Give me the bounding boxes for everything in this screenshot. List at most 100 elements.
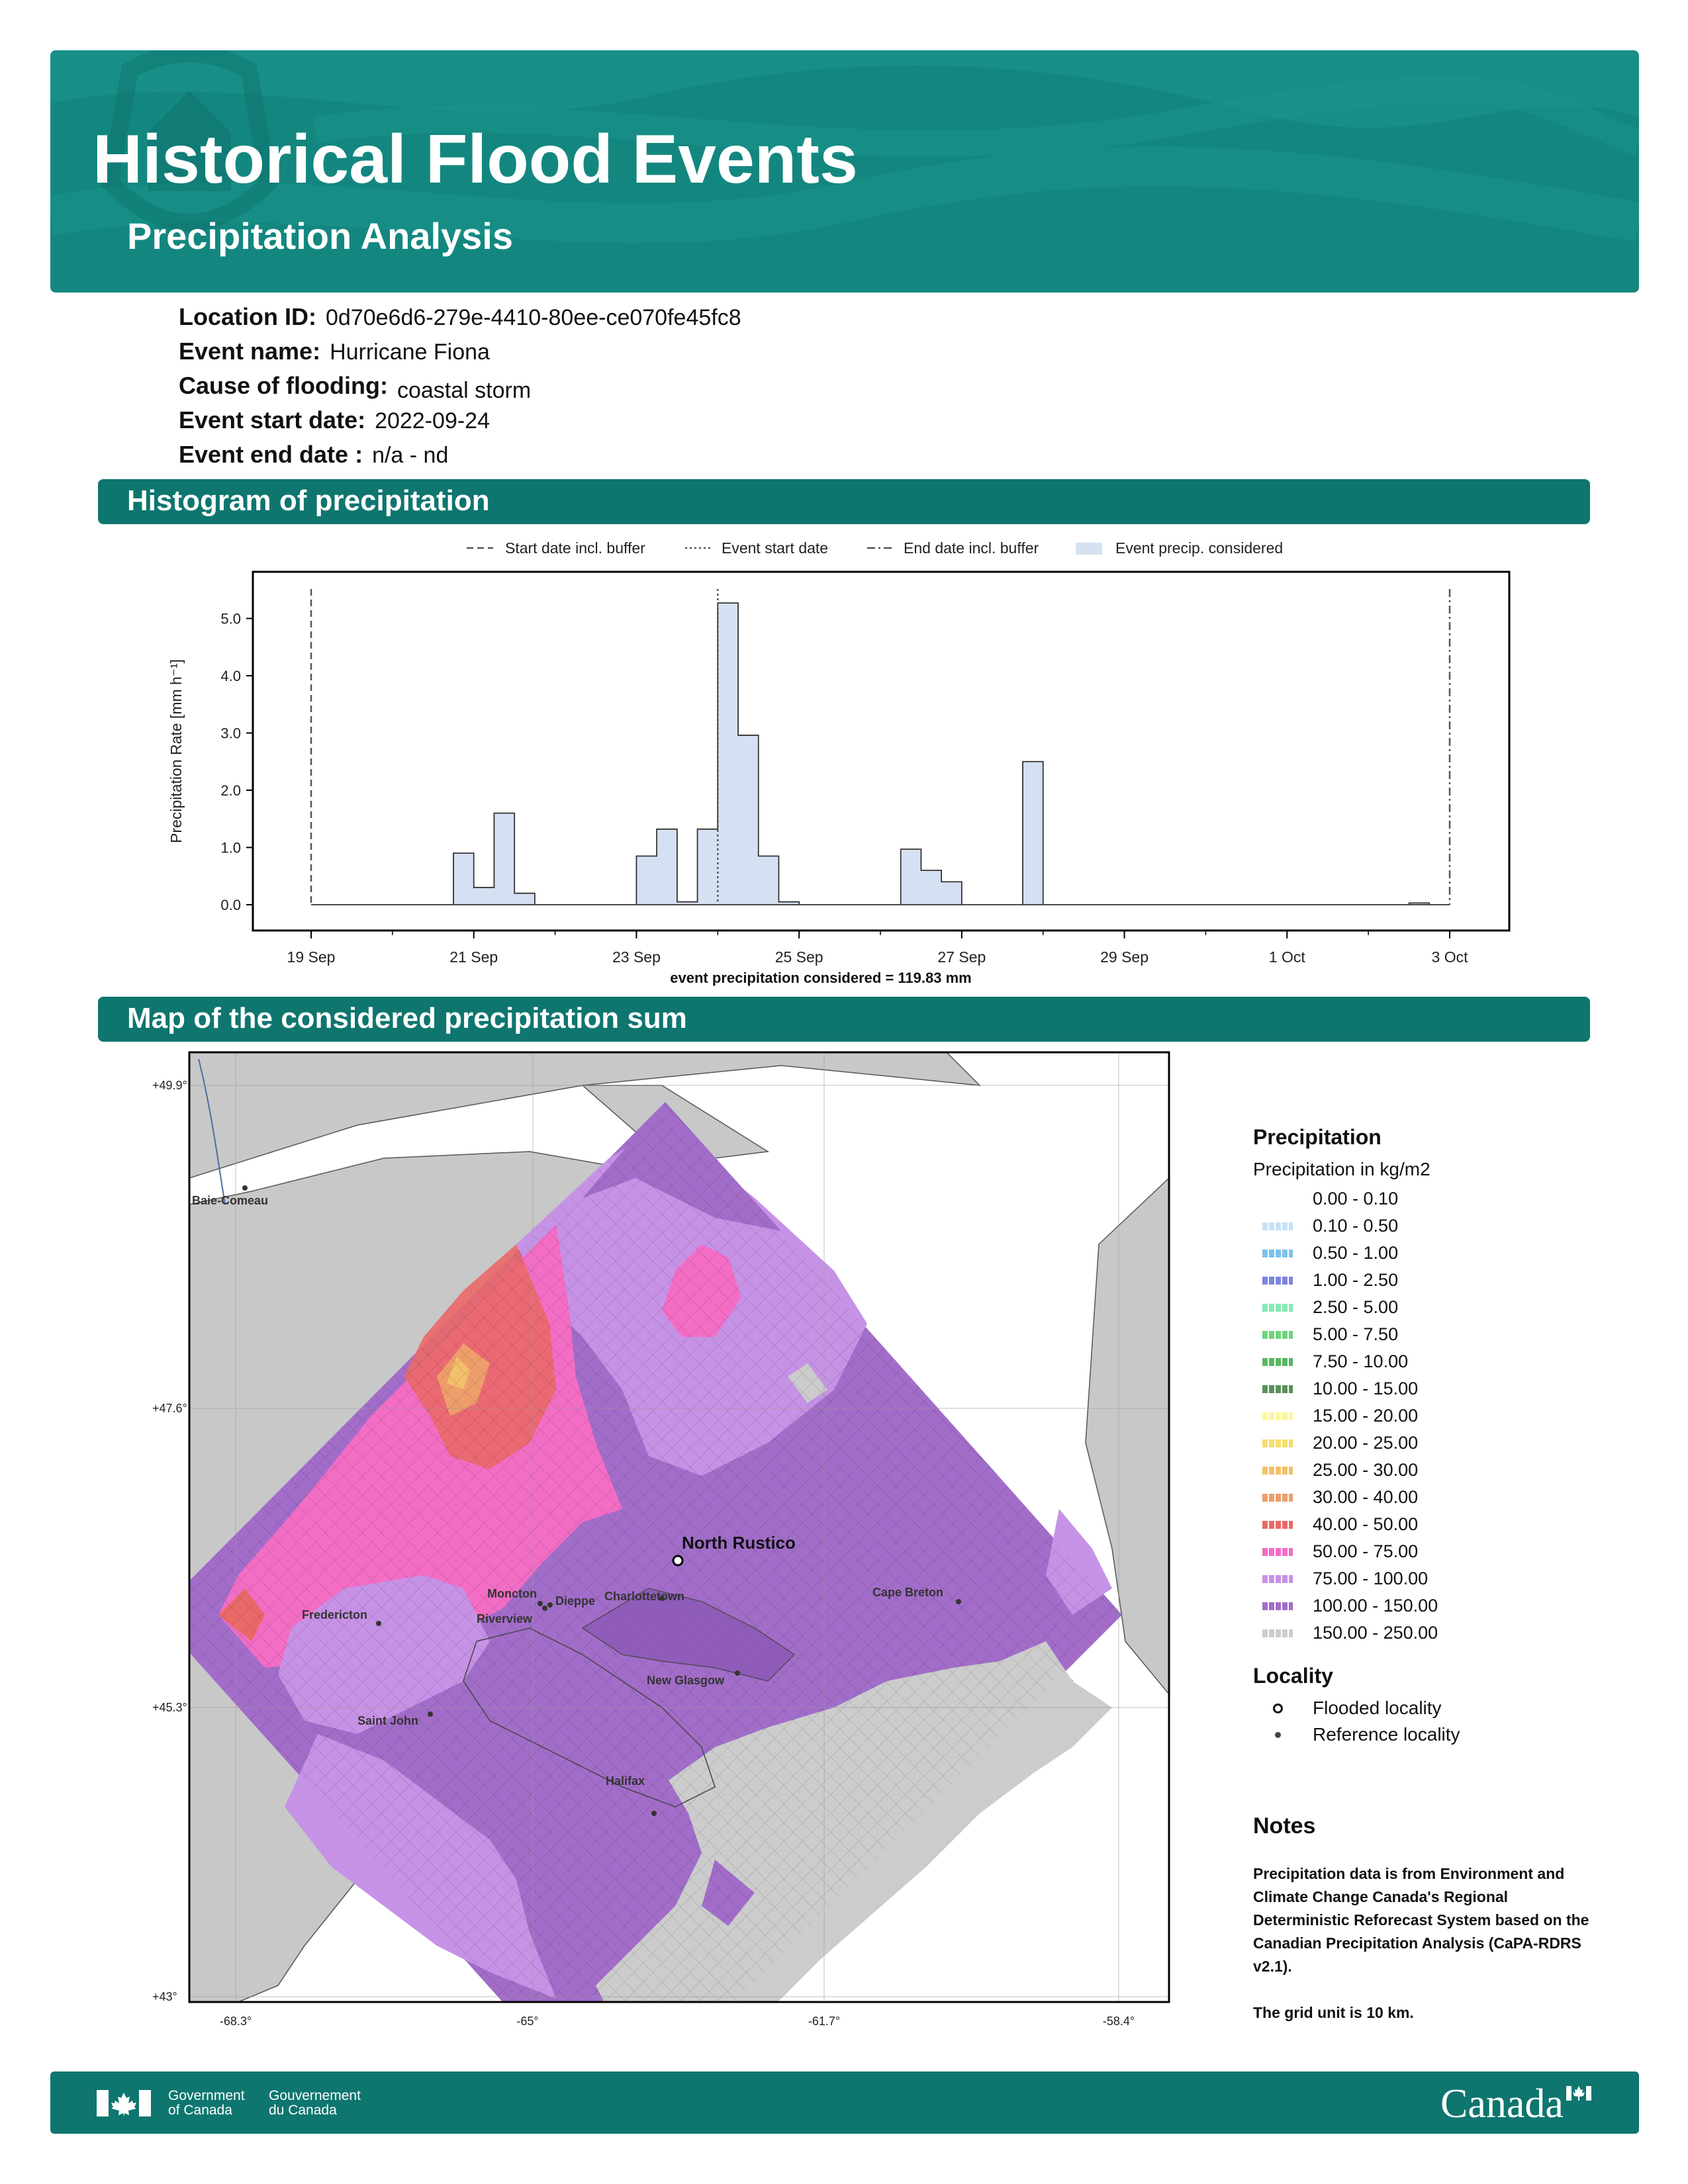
locality-baie-comeau: Baie-Comeau — [192, 1194, 268, 1207]
legend-class-swatch — [1262, 1493, 1293, 1502]
legend-class-swatch — [1262, 1195, 1293, 1203]
canada-wordmark: Canada — [1440, 2081, 1564, 2126]
legend-class-swatch — [1262, 1385, 1293, 1393]
map-legend: Precipitation Precipitation in kg/m2 0.0… — [1253, 1125, 1571, 1748]
legend-class-label: 1.00 - 2.50 — [1313, 1270, 1399, 1290]
start-date-row: Event start date: 2022-09-24 — [179, 406, 490, 439]
locality-marker — [735, 1670, 740, 1676]
locality-marker — [376, 1621, 381, 1626]
gov-canada-fr: Gouvernement du Canada — [269, 2089, 361, 2118]
x-tick-label: 27 Sep — [937, 948, 986, 966]
locality-dieppe: Dieppe — [555, 1594, 595, 1608]
cause-row: Cause of flooding: coastal storm — [179, 372, 531, 405]
legend-class-item: 7.50 - 10.00 — [1253, 1348, 1571, 1375]
flooded-locality-marker — [672, 1555, 684, 1567]
notes-paragraph-data-source: Precipitation data is from Environment a… — [1253, 1865, 1589, 1975]
legend-class-swatch — [1262, 1249, 1293, 1257]
legend-class-label: 0.00 - 0.10 — [1313, 1189, 1399, 1208]
y-axis-label: Precipitation Rate [mm h⁻¹] — [167, 659, 185, 843]
legend-end-buffer-text: End date incl. buffer — [904, 539, 1039, 557]
flooded-locality-label: North Rustico — [682, 1533, 796, 1553]
locality-marker — [242, 1185, 248, 1191]
y-axis: 0.0 1.0 2.0 3.0 4.0 5.0 — [220, 611, 253, 913]
legend-class-swatch — [1262, 1574, 1293, 1583]
event-name-row: Event name: Hurricane Fiona — [179, 338, 490, 371]
legend-class-item: 75.00 - 100.00 — [1253, 1565, 1571, 1592]
lat-label: +43° — [152, 1990, 177, 2003]
histogram-section-header: Histogram of precipitation — [98, 479, 1590, 524]
legend-class-item: 10.00 - 15.00 — [1253, 1375, 1571, 1402]
y-tick-label: 4.0 — [220, 668, 241, 684]
legend-class-item: 30.00 - 40.00 — [1253, 1484, 1571, 1511]
page-subtitle: Precipitation Analysis — [127, 215, 513, 257]
canada-flag-icon — [97, 2090, 151, 2116]
legend-class-swatch — [1262, 1222, 1293, 1230]
lon-label: -65° — [516, 2015, 538, 2028]
legend-event-precip-swatch — [1076, 543, 1102, 555]
legend-class-label: 20.00 - 25.00 — [1313, 1433, 1419, 1453]
legend-class-label: 0.50 - 1.00 — [1313, 1243, 1399, 1263]
x-tick-label: 23 Sep — [612, 948, 661, 966]
location-id-label: Location ID: — [179, 303, 316, 330]
legend-class-item: 15.00 - 20.00 — [1253, 1402, 1571, 1430]
legend-subtitle: Precipitation in kg/m2 — [1253, 1159, 1430, 1179]
legend-class-swatch — [1262, 1602, 1293, 1610]
legend-class-swatch — [1262, 1520, 1293, 1529]
legend-class-label: 40.00 - 50.00 — [1313, 1514, 1419, 1534]
legend-start-buffer-text: Start date incl. buffer — [505, 539, 645, 557]
page-title: Historical Flood Events — [93, 121, 858, 198]
map-section-title: Map of the considered precipitation sum — [127, 1002, 687, 1034]
y-tick-label: 5.0 — [220, 611, 241, 627]
lat-label: +49.9° — [152, 1079, 187, 1092]
lon-label: -68.3° — [220, 2015, 252, 2028]
legend-class-label: 5.00 - 7.50 — [1313, 1324, 1399, 1344]
legend-classes: 0.00 - 0.10 0.10 - 0.50 0.50 - 1.00 1.00 - … — [1253, 1185, 1571, 1647]
gov-canada-fr-line2: du Canada — [269, 2103, 337, 2118]
legend-class-label: 2.50 - 5.00 — [1313, 1297, 1399, 1317]
legend-class-item: 0.10 - 0.50 — [1253, 1212, 1571, 1240]
legend-class-swatch — [1262, 1466, 1293, 1475]
gov-canada-fr-line1: Gouvernement — [269, 2088, 361, 2103]
gov-canada-en-line1: Government — [168, 2088, 245, 2103]
x-tick-label: 21 Sep — [449, 948, 498, 966]
legend-flooded-label: Flooded locality — [1313, 1698, 1442, 1718]
y-tick-label: 3.0 — [220, 725, 241, 742]
legend-class-label: 7.50 - 10.00 — [1313, 1351, 1409, 1371]
y-tick-label: 1.0 — [220, 840, 241, 856]
legend-class-label: 15.00 - 20.00 — [1313, 1406, 1419, 1426]
location-id-value: 0d70e6d6-279e-4410-80ee-ce070fe45fc8 — [325, 305, 741, 330]
end-date-value: n/a - nd — [372, 443, 449, 468]
legend-flooded-locality: Flooded locality — [1253, 1695, 1571, 1721]
legend-class-label: 50.00 - 75.00 — [1313, 1541, 1419, 1561]
x-tick-label: 29 Sep — [1100, 948, 1149, 966]
locality-marker — [428, 1711, 433, 1717]
locality-marker — [547, 1602, 553, 1608]
legend-class-swatch — [1262, 1330, 1293, 1339]
x-axis-label: event precipitation considered = 119.83 … — [670, 970, 971, 986]
event-name-label: Event name: — [179, 338, 321, 365]
lon-label: -58.4° — [1103, 2015, 1135, 2028]
legend-class-label: 0.10 - 0.50 — [1313, 1216, 1399, 1236]
locality-cape-breton: Cape Breton — [872, 1586, 943, 1599]
notes-paragraph-grid: The grid unit is 10 km. — [1253, 2004, 1414, 2021]
start-date-value: 2022-09-24 — [375, 408, 490, 433]
precipitation-map: Baie-Comeau Fredericton Moncton Dieppe R… — [152, 1051, 1170, 2028]
plot-frame — [252, 570, 1511, 932]
legend-title: Precipitation — [1253, 1125, 1382, 1149]
legend-reference-label: Reference locality — [1313, 1724, 1460, 1745]
histogram-section-title: Histogram of precipitation — [127, 484, 490, 517]
map-section-header: Map of the considered precipitation sum — [98, 997, 1590, 1042]
legend-class-item: 0.00 - 0.10 — [1253, 1185, 1571, 1212]
locality-new-glasgow: New Glasgow — [647, 1674, 725, 1687]
x-tick-label: 25 Sep — [775, 948, 823, 966]
legend-class-swatch — [1262, 1303, 1293, 1312]
legend-class-swatch — [1262, 1629, 1293, 1637]
x-axis: 19 Sep 21 Sep 23 Sep 25 Sep 27 Sep 29 Sep 1 Oc… — [287, 931, 1468, 966]
legend-class-swatch — [1262, 1276, 1293, 1285]
legend-class-item: 50.00 - 75.00 — [1253, 1538, 1571, 1565]
y-tick-label: 0.0 — [220, 897, 241, 913]
legend-class-item: 1.00 - 2.50 — [1253, 1267, 1571, 1294]
flooded-locality-icon — [1272, 1703, 1283, 1713]
reference-locality-icon — [1274, 1731, 1281, 1738]
lat-label: +47.6° — [152, 1402, 187, 1415]
